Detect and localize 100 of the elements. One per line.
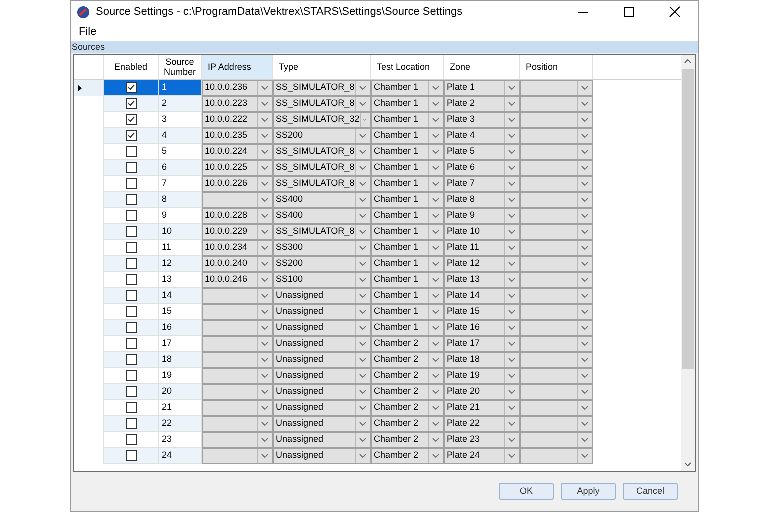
- dropdown[interactable]: SS_SIMULATOR_8: [273, 176, 371, 192]
- dropdown[interactable]: Plate 14: [444, 288, 520, 304]
- dropdown[interactable]: 10.0.0.235: [202, 128, 273, 144]
- dropdown[interactable]: Chamber 1: [371, 160, 444, 176]
- dropdown[interactable]: Chamber 1: [371, 208, 444, 224]
- dropdown[interactable]: 10.0.0.224: [202, 144, 273, 160]
- dropdown[interactable]: Plate 3: [444, 112, 520, 128]
- dropdown[interactable]: Chamber 2: [371, 400, 444, 416]
- dropdown[interactable]: Chamber 1: [371, 320, 444, 336]
- dropdown[interactable]: Plate 10: [444, 224, 520, 240]
- dropdown[interactable]: Plate 20: [444, 384, 520, 400]
- dropdown[interactable]: [520, 128, 593, 144]
- checkbox[interactable]: [126, 82, 136, 93]
- dropdown[interactable]: Chamber 1: [371, 224, 444, 240]
- checkbox[interactable]: [126, 418, 136, 429]
- dropdown[interactable]: [202, 368, 273, 384]
- dropdown[interactable]: 10.0.0.228: [202, 208, 273, 224]
- dropdown[interactable]: [202, 416, 273, 432]
- dropdown[interactable]: Unassigned: [273, 448, 371, 464]
- dropdown[interactable]: [520, 224, 593, 240]
- dropdown[interactable]: [520, 208, 593, 224]
- dropdown[interactable]: Unassigned: [273, 368, 371, 384]
- dropdown[interactable]: Plate 11: [444, 240, 520, 256]
- dropdown[interactable]: [520, 448, 593, 464]
- dropdown[interactable]: Unassigned: [273, 416, 371, 432]
- dropdown[interactable]: Unassigned: [273, 400, 371, 416]
- dropdown[interactable]: SS400: [273, 208, 371, 224]
- checkbox[interactable]: [126, 290, 136, 301]
- checkbox[interactable]: [126, 306, 136, 317]
- dropdown[interactable]: [520, 400, 593, 416]
- dropdown[interactable]: Chamber 2: [371, 432, 444, 448]
- dropdown[interactable]: Plate 1: [444, 80, 520, 96]
- dropdown[interactable]: SS100: [273, 272, 371, 288]
- dropdown[interactable]: SS400: [273, 192, 371, 208]
- checkbox[interactable]: [126, 146, 136, 157]
- dropdown[interactable]: [520, 176, 593, 192]
- dropdown[interactable]: Plate 16: [444, 320, 520, 336]
- dropdown[interactable]: [520, 96, 593, 112]
- scroll-thumb[interactable]: [682, 69, 694, 369]
- checkbox[interactable]: [126, 402, 136, 413]
- dropdown[interactable]: SS_SIMULATOR_8: [273, 144, 371, 160]
- dropdown[interactable]: [202, 384, 273, 400]
- dropdown[interactable]: SS200: [273, 128, 371, 144]
- dropdown[interactable]: [202, 320, 273, 336]
- dropdown[interactable]: Chamber 1: [371, 304, 444, 320]
- dropdown[interactable]: [520, 432, 593, 448]
- checkbox[interactable]: [126, 114, 136, 125]
- dropdown[interactable]: Chamber 1: [371, 192, 444, 208]
- dropdown[interactable]: 10.0.0.222: [202, 112, 273, 128]
- checkbox[interactable]: [126, 322, 136, 333]
- checkbox[interactable]: [126, 450, 136, 461]
- dropdown[interactable]: [202, 336, 273, 352]
- dropdown[interactable]: 10.0.0.226: [202, 176, 273, 192]
- dropdown[interactable]: 10.0.0.223: [202, 96, 273, 112]
- dropdown[interactable]: SS300: [273, 240, 371, 256]
- dropdown[interactable]: 10.0.0.229: [202, 224, 273, 240]
- checkbox[interactable]: [126, 162, 136, 173]
- column-header[interactable]: IP Address: [202, 55, 273, 79]
- dropdown[interactable]: [202, 288, 273, 304]
- dropdown[interactable]: Unassigned: [273, 304, 371, 320]
- checkbox[interactable]: [126, 258, 136, 269]
- dropdown[interactable]: [202, 192, 273, 208]
- dropdown[interactable]: [202, 352, 273, 368]
- dropdown[interactable]: Plate 4: [444, 128, 520, 144]
- dropdown[interactable]: Plate 5: [444, 144, 520, 160]
- dropdown[interactable]: Plate 23: [444, 432, 520, 448]
- dropdown[interactable]: Unassigned: [273, 336, 371, 352]
- dialog-button[interactable]: OK: [499, 483, 554, 500]
- dropdown[interactable]: Plate 9: [444, 208, 520, 224]
- dropdown[interactable]: 10.0.0.234: [202, 240, 273, 256]
- dropdown[interactable]: 10.0.0.240: [202, 256, 273, 272]
- dropdown[interactable]: SS_SIMULATOR_32: [273, 112, 371, 128]
- dropdown[interactable]: [202, 448, 273, 464]
- dropdown[interactable]: [520, 256, 593, 272]
- dropdown[interactable]: 10.0.0.225: [202, 160, 273, 176]
- dropdown[interactable]: Chamber 2: [371, 368, 444, 384]
- dropdown[interactable]: Chamber 1: [371, 272, 444, 288]
- checkbox[interactable]: [126, 354, 136, 365]
- checkbox[interactable]: [126, 434, 136, 445]
- dropdown[interactable]: [520, 80, 593, 96]
- dropdown[interactable]: Plate 18: [444, 352, 520, 368]
- dropdown[interactable]: Chamber 1: [371, 144, 444, 160]
- dropdown[interactable]: [520, 336, 593, 352]
- dropdown[interactable]: Plate 24: [444, 448, 520, 464]
- dropdown[interactable]: Chamber 2: [371, 352, 444, 368]
- dropdown[interactable]: Unassigned: [273, 288, 371, 304]
- dropdown[interactable]: [520, 112, 593, 128]
- checkbox[interactable]: [126, 98, 136, 109]
- dropdown[interactable]: [520, 320, 593, 336]
- dropdown[interactable]: Chamber 1: [371, 240, 444, 256]
- dropdown[interactable]: Plate 2: [444, 96, 520, 112]
- dropdown[interactable]: 10.0.0.246: [202, 272, 273, 288]
- dropdown[interactable]: Plate 7: [444, 176, 520, 192]
- dropdown[interactable]: Chamber 1: [371, 256, 444, 272]
- dropdown[interactable]: 10.0.0.236: [202, 80, 273, 96]
- row-header[interactable]: [74, 80, 104, 96]
- menu-item[interactable]: File: [75, 24, 101, 40]
- dropdown[interactable]: Chamber 1: [371, 176, 444, 192]
- dropdown[interactable]: Plate 8: [444, 192, 520, 208]
- dropdown[interactable]: [520, 192, 593, 208]
